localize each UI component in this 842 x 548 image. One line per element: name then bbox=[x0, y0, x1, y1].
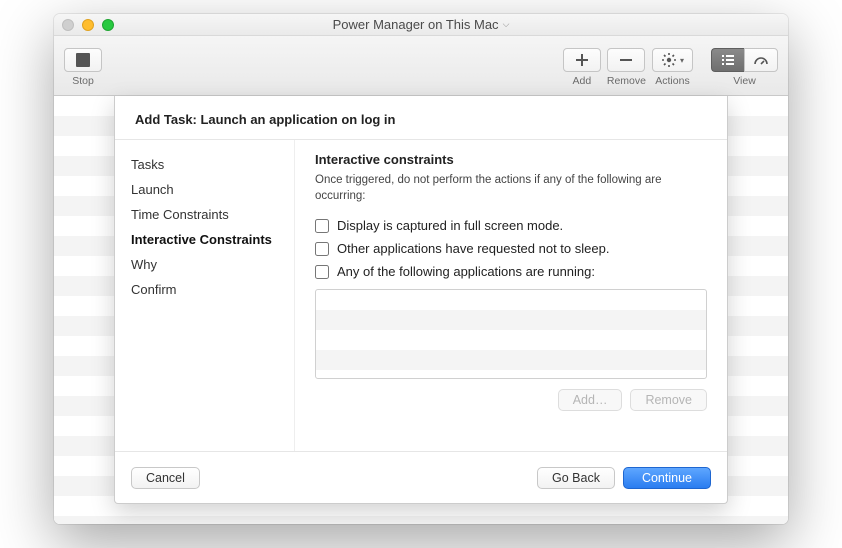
remove-button[interactable] bbox=[607, 48, 645, 72]
applications-list[interactable] bbox=[315, 289, 707, 379]
stop-button[interactable] bbox=[64, 48, 102, 72]
chevron-down-icon: ⌵ bbox=[503, 19, 510, 30]
step-time-constraints[interactable]: Time Constraints bbox=[129, 202, 280, 227]
close-window-button[interactable] bbox=[62, 19, 74, 31]
check-nosleep[interactable]: Other applications have requested not to… bbox=[315, 241, 707, 256]
steps-list: Tasks Launch Time Constraints Interactiv… bbox=[115, 140, 295, 451]
view-label: View bbox=[733, 75, 756, 87]
add-label: Add bbox=[573, 75, 592, 87]
toolbar-stop-group: Stop bbox=[64, 48, 102, 87]
window-title-text: Power Manager on This Mac bbox=[333, 17, 499, 32]
titlebar: Power Manager on This Mac ⌵ bbox=[54, 14, 788, 36]
list-buttons: Add… Remove bbox=[315, 389, 707, 411]
continue-button[interactable]: Continue bbox=[623, 467, 711, 489]
pane-description: Once triggered, do not perform the actio… bbox=[315, 173, 707, 204]
check-apps-running-box[interactable] bbox=[315, 265, 329, 279]
list-icon bbox=[720, 52, 736, 68]
minimize-window-button[interactable] bbox=[82, 19, 94, 31]
minus-icon bbox=[618, 52, 634, 68]
stop-icon bbox=[76, 53, 90, 67]
view-segment bbox=[711, 48, 778, 72]
gear-icon bbox=[661, 52, 677, 68]
sheet-header: Add Task: Launch an application on log i… bbox=[115, 96, 727, 140]
check-fullscreen-label: Display is captured in full screen mode. bbox=[337, 218, 563, 233]
add-button[interactable] bbox=[563, 48, 601, 72]
step-launch[interactable]: Launch bbox=[129, 177, 280, 202]
check-apps-running-label: Any of the following applications are ru… bbox=[337, 264, 595, 279]
sheet-body: Tasks Launch Time Constraints Interactiv… bbox=[115, 140, 727, 451]
window-controls bbox=[62, 19, 114, 31]
view-gauge-button[interactable] bbox=[744, 48, 778, 72]
toolbar-add-group: Add bbox=[563, 48, 601, 87]
list-remove-button[interactable]: Remove bbox=[630, 389, 707, 411]
constraints-pane: Interactive constraints Once triggered, … bbox=[295, 140, 727, 451]
step-tasks[interactable]: Tasks bbox=[129, 152, 280, 177]
remove-label: Remove bbox=[607, 75, 646, 87]
cancel-button[interactable]: Cancel bbox=[131, 467, 200, 489]
check-apps-running[interactable]: Any of the following applications are ru… bbox=[315, 264, 707, 279]
zoom-window-button[interactable] bbox=[102, 19, 114, 31]
window-title[interactable]: Power Manager on This Mac ⌵ bbox=[333, 17, 510, 32]
sheet-footer: Cancel Go Back Continue bbox=[115, 451, 727, 503]
toolbar: Stop Add Remove ▾ Actions bbox=[54, 36, 788, 96]
gauge-icon bbox=[753, 52, 769, 68]
plus-icon bbox=[574, 52, 590, 68]
stop-label: Stop bbox=[72, 75, 94, 87]
toolbar-view-group: View bbox=[711, 48, 778, 87]
actions-button[interactable]: ▾ bbox=[652, 48, 693, 72]
check-nosleep-label: Other applications have requested not to… bbox=[337, 241, 609, 256]
check-fullscreen[interactable]: Display is captured in full screen mode. bbox=[315, 218, 707, 233]
pane-title: Interactive constraints bbox=[315, 152, 707, 167]
task-sheet: Add Task: Launch an application on log i… bbox=[114, 96, 728, 504]
toolbar-remove-group: Remove bbox=[607, 48, 646, 87]
view-list-button[interactable] bbox=[711, 48, 744, 72]
actions-label: Actions bbox=[655, 75, 689, 87]
toolbar-actions-group: ▾ Actions bbox=[652, 48, 693, 87]
check-fullscreen-box[interactable] bbox=[315, 219, 329, 233]
go-back-button[interactable]: Go Back bbox=[537, 467, 615, 489]
step-interactive-constraints[interactable]: Interactive Constraints bbox=[129, 227, 280, 252]
content-area: Add Task: Launch an application on log i… bbox=[54, 96, 788, 524]
app-window: Power Manager on This Mac ⌵ Stop Add Rem… bbox=[54, 14, 788, 524]
chevron-down-icon: ▾ bbox=[680, 56, 684, 65]
check-nosleep-box[interactable] bbox=[315, 242, 329, 256]
step-why[interactable]: Why bbox=[129, 252, 280, 277]
list-add-button[interactable]: Add… bbox=[558, 389, 623, 411]
step-confirm[interactable]: Confirm bbox=[129, 277, 280, 302]
